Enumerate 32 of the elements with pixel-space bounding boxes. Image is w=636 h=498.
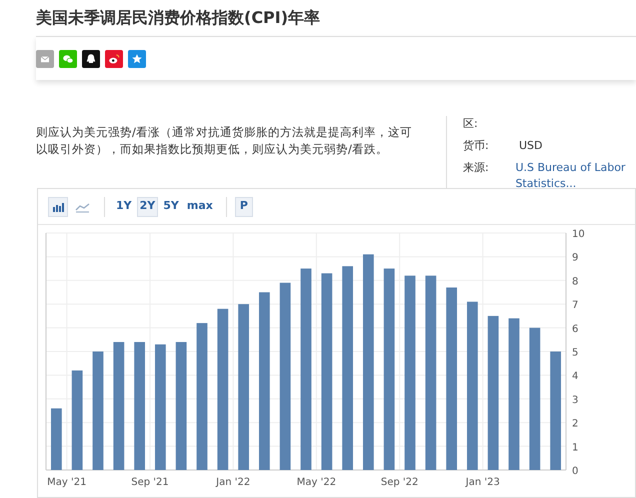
x-axis-label: Jan '22 (216, 477, 250, 488)
range-button[interactable]: max (184, 196, 216, 216)
y-axis-label: 7 (572, 300, 578, 312)
page-title: 美国未季调居民消费价格指数(CPI)年率 (36, 7, 322, 29)
x-axis-label: May '21 (47, 477, 86, 488)
range-button[interactable]: 5Y (160, 196, 182, 216)
range-button[interactable]: 2Y (136, 196, 158, 216)
info-label: 来源: (463, 160, 490, 176)
source-link[interactable]: U.S Bureau of Labor Statistics... (515, 160, 626, 192)
x-axis-label: Jan '23 (466, 477, 500, 488)
y-axis-label: 6 (572, 324, 578, 335)
x-axis-label: Sep '22 (380, 477, 418, 488)
info-label: 货币: (463, 138, 490, 154)
chart-type-button[interactable] (48, 196, 68, 216)
x-axis-label: May '22 (296, 477, 336, 488)
bar (51, 408, 62, 470)
y-axis-label: 1 (572, 442, 578, 454)
y-axis-label: 10 (572, 229, 585, 240)
y-axis-label: 8 (572, 276, 578, 288)
y-axis-label: 0 (572, 466, 578, 477)
y-axis-label: 3 (572, 394, 578, 406)
y-axis-label: 9 (572, 252, 578, 264)
description-text: 则应认为美元强势/看涨（通常对抗通货膨胀的方法就是提高利率，这可以吸引外资），而如果指数比预期更低，则应认为美元弱势/看跌。 (36, 124, 413, 158)
info-label: 区: (463, 116, 479, 132)
y-axis-label: 5 (572, 348, 578, 358)
x-axis-label: Sep '21 (131, 477, 169, 488)
share-button[interactable] (82, 50, 100, 68)
y-axis-label: 4 (572, 371, 578, 382)
y-axis-label: 2 (572, 418, 578, 430)
info-value: USD (519, 138, 543, 154)
range-button[interactable]: 1Y (113, 196, 135, 216)
print-button[interactable]: P (234, 196, 253, 216)
